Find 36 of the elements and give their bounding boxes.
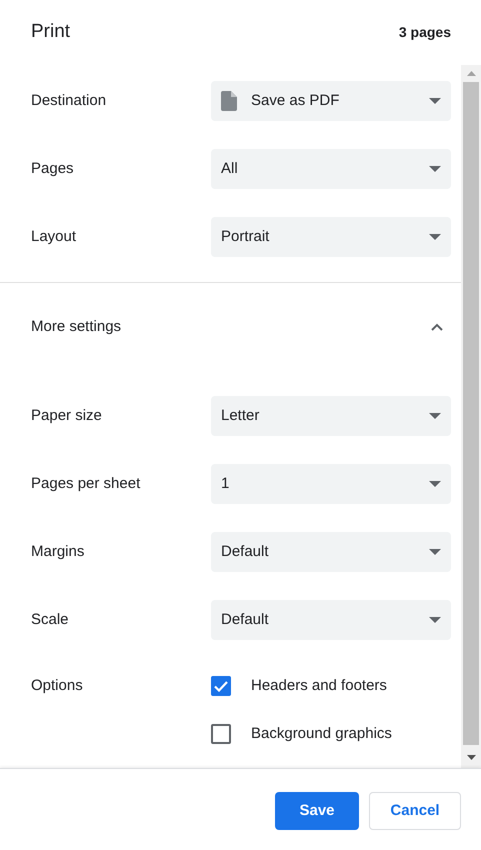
dropdown-arrow-icon: [429, 166, 441, 172]
scrollbar[interactable]: [461, 65, 481, 768]
dropdown-arrow-icon: [429, 617, 441, 623]
scrollbar-thumb[interactable]: [463, 82, 479, 745]
select-dropdown[interactable]: Letter: [211, 396, 451, 436]
scroll-down-icon[interactable]: [466, 755, 476, 760]
checkbox[interactable]: [211, 724, 231, 744]
setting-label: Layout: [31, 226, 78, 247]
more-settings-toggle[interactable]: More settings: [31, 316, 122, 338]
setting-label: Scale: [31, 610, 70, 630]
setting-label: Pages per sheet: [31, 474, 142, 494]
dropdown-arrow-icon: [429, 481, 441, 487]
select-dropdown[interactable]: 1: [211, 464, 451, 504]
select-dropdown[interactable]: All: [211, 149, 451, 189]
chevron-up-icon[interactable]: [431, 323, 443, 331]
select-dropdown[interactable]: Portrait: [211, 217, 451, 257]
checkbox[interactable]: [211, 676, 231, 696]
setting-label: Destination: [31, 90, 108, 111]
file-icon: [221, 91, 237, 111]
dropdown-arrow-icon: [429, 413, 441, 419]
dialog-title: Print: [31, 20, 70, 44]
save-button[interactable]: Save: [275, 792, 359, 830]
select-dropdown[interactable]: Default: [211, 532, 451, 572]
dropdown-arrow-icon: [429, 549, 441, 555]
checkbox-label[interactable]: Background graphics: [251, 722, 392, 746]
checkbox-label[interactable]: Headers and footers: [251, 674, 387, 698]
select-dropdown[interactable]: Save as PDF: [211, 81, 451, 121]
setting-label: Margins: [31, 542, 86, 562]
select-dropdown[interactable]: Default: [211, 600, 451, 640]
setting-label: Pages: [31, 158, 75, 179]
cancel-button[interactable]: Cancel: [369, 792, 461, 830]
setting-label: Paper size: [31, 406, 103, 426]
dropdown-arrow-icon: [429, 234, 441, 240]
setting-label: Options: [31, 676, 84, 696]
page-count: 3 pages: [398, 23, 451, 42]
dropdown-arrow-icon: [429, 98, 441, 104]
